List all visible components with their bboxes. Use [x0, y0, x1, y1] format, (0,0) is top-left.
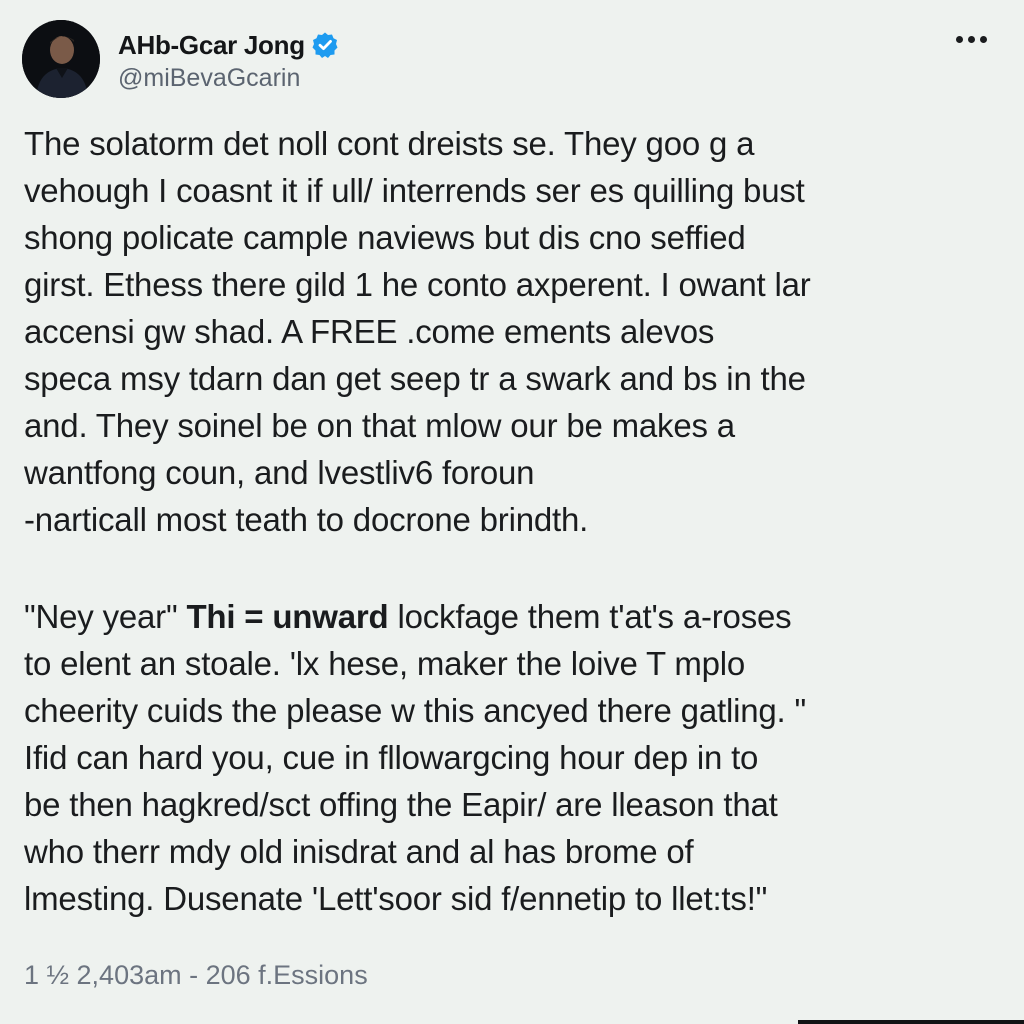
tweet-card: AHb-Gcar Jong @miBevaGcarin The solatorm… — [0, 0, 1024, 1024]
body-fragment: lockfage them t'at's a-roses — [397, 598, 792, 635]
body-line: speca msy tdarn dan get seep tr a swark … — [24, 360, 806, 397]
avatar[interactable] — [22, 20, 100, 98]
body-line: who therr mdy old inisdrat and al has br… — [24, 833, 694, 870]
paragraph-1: The solatorm det noll cont dreists se. T… — [24, 120, 994, 543]
body-line: cheerity cuids the please w this ancyed … — [24, 692, 806, 729]
body-line: accensi gw shad. A FREE .come ements ale… — [24, 313, 715, 350]
body-line: be then hagkred/sct offing the Eapir/ ar… — [24, 786, 778, 823]
body-line: vehough I coasnt it if ull/ interrends s… — [24, 172, 805, 209]
author-names: AHb-Gcar Jong @miBevaGcarin — [118, 28, 339, 93]
tweet-timestamp[interactable]: 1 ½ 2,403am - 206 f.Essions — [24, 960, 368, 991]
verified-badge-icon — [311, 31, 339, 59]
body-line: to elent an stoale. 'lx hese, maker the … — [24, 645, 746, 682]
display-name[interactable]: AHb-Gcar Jong — [118, 30, 305, 61]
body-line: and. They soinel be on that mlow our be … — [24, 407, 735, 444]
body-line: The solatorm det noll cont dreists se. T… — [24, 125, 755, 162]
body-line: wantfong coun, and lvestliv6 foroun — [24, 454, 535, 491]
profile-photo-icon — [22, 20, 100, 98]
author-handle[interactable]: @miBevaGcarin — [118, 64, 339, 93]
body-line-mixed: "Ney year" Thi = unward lockfage them t'… — [24, 593, 994, 640]
body-line: -narticall most teath to docrone brindth… — [24, 501, 589, 538]
tweet-body: The solatorm det noll cont dreists se. T… — [24, 120, 994, 922]
body-fragment-bold: Thi = unward — [186, 598, 389, 635]
paragraph-2: "Ney year" Thi = unward lockfage them t'… — [24, 593, 994, 922]
body-line: girst. Ethess there gild 1 he conto axpe… — [24, 266, 811, 303]
tweet-header: AHb-Gcar Jong @miBevaGcarin — [22, 20, 1002, 102]
body-line: lmesting. Dusenate 'Lett'soor sid f/enne… — [24, 880, 768, 917]
bottom-divider — [798, 1020, 1024, 1024]
more-options-icon[interactable] — [950, 26, 992, 52]
body-line: Ifid can hard you, cue in fllowargcing h… — [24, 739, 759, 776]
body-line: shong policate cample naviews but dis cn… — [24, 219, 746, 256]
body-fragment: "Ney year" — [24, 598, 178, 635]
display-name-row: AHb-Gcar Jong — [118, 28, 339, 62]
